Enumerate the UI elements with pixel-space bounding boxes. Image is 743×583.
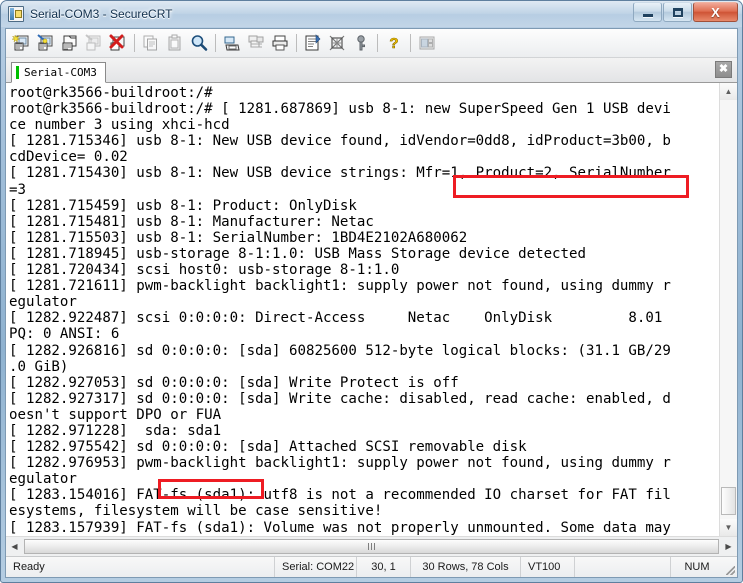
terminal-line: [ 1282.922487] scsi 0:0:0:0: Direct-Acce… bbox=[9, 310, 719, 326]
status-serial-port: Serial: COM22 bbox=[275, 557, 357, 577]
vertical-scrollbar[interactable]: ▲ ▼ bbox=[719, 83, 737, 536]
connect-local-shell-icon[interactable] bbox=[58, 31, 82, 55]
terminal-line: cdDevice= 0.02 bbox=[9, 149, 719, 165]
status-num-lock: NUM bbox=[671, 557, 723, 577]
window-title: Serial-COM3 - SecureCRT bbox=[30, 7, 172, 21]
tab-serial-com3[interactable]: Serial-COM3 bbox=[11, 62, 106, 83]
terminal-line: esystems, filesystem will be case sensit… bbox=[9, 503, 719, 519]
terminal-line: [ 1283.157939] FAT-fs (sda1): Volume was… bbox=[9, 520, 719, 536]
status-bar: Ready Serial: COM22 30, 1 30 Rows, 78 Co… bbox=[6, 556, 737, 577]
minimize-button[interactable] bbox=[633, 2, 662, 22]
terminal-output: root@rk3566-buildroot:/#root@rk3566-buil… bbox=[9, 85, 719, 536]
terminal-line: [ 1282.975542] sd 0:0:0:0: [sda] Attache… bbox=[9, 439, 719, 455]
close-button[interactable]: X bbox=[693, 2, 738, 22]
horizontal-scrollbar[interactable]: ◀ ▶ bbox=[6, 536, 737, 556]
terminal-line: [ 1281.718945] usb-storage 8-1:1.0: USB … bbox=[9, 246, 719, 262]
securecrt-window: Serial-COM3 - SecureCRT X bbox=[0, 0, 743, 583]
toolbar-separator-4 bbox=[377, 34, 378, 52]
connect-session-icon[interactable] bbox=[34, 31, 58, 55]
status-ready: Ready bbox=[6, 557, 275, 577]
minimize-icon bbox=[643, 14, 653, 17]
terminal-line: root@rk3566-buildroot:/# [ 1281.687869] … bbox=[9, 101, 719, 117]
key-icon[interactable] bbox=[349, 31, 373, 55]
close-icon: ✖ bbox=[719, 64, 728, 75]
title-bar[interactable]: Serial-COM3 - SecureCRT X bbox=[1, 1, 742, 27]
caret-left-icon: ◀ bbox=[11, 542, 17, 551]
status-dimensions: 30 Rows, 78 Cols bbox=[411, 557, 521, 577]
vertical-scroll-track[interactable] bbox=[720, 100, 737, 519]
window-controls: X bbox=[633, 2, 738, 22]
print-icon[interactable] bbox=[268, 31, 292, 55]
horizontal-scroll-track[interactable] bbox=[23, 537, 720, 556]
terminal-line: [ 1282.976953] pwm-backlight backlight1:… bbox=[9, 455, 719, 471]
terminal-line: PQ: 0 ANSI: 6 bbox=[9, 326, 719, 342]
status-spacer bbox=[575, 557, 671, 577]
new-session-icon[interactable] bbox=[10, 31, 34, 55]
terminal-line: root@rk3566-buildroot:/# bbox=[9, 85, 719, 101]
caret-down-icon: ▼ bbox=[725, 524, 733, 532]
toolbar-separator-3 bbox=[296, 34, 297, 52]
toolbar: ? bbox=[6, 29, 737, 58]
resize-grip-icon[interactable] bbox=[723, 557, 737, 577]
caret-up-icon: ▲ bbox=[725, 88, 733, 96]
securecrt-app-icon bbox=[8, 6, 24, 22]
terminal-line: =3 bbox=[9, 182, 719, 198]
help-icon[interactable]: ? bbox=[382, 31, 406, 55]
terminal-line: [ 1282.926816] sd 0:0:0:0: [sda] 6082560… bbox=[9, 343, 719, 359]
terminal-region: root@rk3566-buildroot:/#root@rk3566-buil… bbox=[6, 83, 737, 556]
close-icon: X bbox=[711, 6, 720, 19]
terminal-line: [ 1281.715430] usb 8-1: New USB device s… bbox=[9, 165, 719, 181]
global-options-icon[interactable] bbox=[325, 31, 349, 55]
session-options-icon[interactable] bbox=[301, 31, 325, 55]
status-emulation: VT100 bbox=[521, 557, 575, 577]
log-session-icon[interactable] bbox=[244, 31, 268, 55]
terminal-line: [ 1282.927053] sd 0:0:0:0: [sda] Write P… bbox=[9, 375, 719, 391]
toolbar-separator-5 bbox=[410, 34, 411, 52]
terminal-line: [ 1281.715481] usb 8-1: Manufacturer: Ne… bbox=[9, 214, 719, 230]
scroll-down-button[interactable]: ▼ bbox=[720, 519, 737, 536]
toolbar-separator-2 bbox=[215, 34, 216, 52]
tab-bar: Serial-COM3 ✖ bbox=[6, 58, 737, 83]
connect-in-tab-icon[interactable] bbox=[82, 31, 106, 55]
find-icon[interactable] bbox=[187, 31, 211, 55]
copy-icon[interactable] bbox=[139, 31, 163, 55]
scroll-left-button[interactable]: ◀ bbox=[6, 537, 23, 556]
terminal-line: [ 1281.715503] usb 8-1: SerialNumber: 1B… bbox=[9, 230, 719, 246]
terminal-line: [ 1281.715459] usb 8-1: Product: OnlyDis… bbox=[9, 198, 719, 214]
tile-windows-icon[interactable] bbox=[415, 31, 439, 55]
terminal-line: [ 1281.720434] scsi host0: usb-storage 8… bbox=[9, 262, 719, 278]
terminal-line: ce number 3 using xhci-hcd bbox=[9, 117, 719, 133]
svg-text:?: ? bbox=[389, 35, 398, 52]
vertical-scroll-thumb[interactable] bbox=[721, 487, 736, 515]
terminal-line: egulator bbox=[9, 471, 719, 487]
status-cursor-position: 30, 1 bbox=[357, 557, 411, 577]
toolbar-separator-1 bbox=[134, 34, 135, 52]
caret-right-icon: ▶ bbox=[725, 542, 731, 551]
client-area: ? Serial-COM3 ✖ bbox=[5, 28, 738, 578]
terminal-line: egulator bbox=[9, 294, 719, 310]
print-screen-icon[interactable] bbox=[220, 31, 244, 55]
terminal-line: [ 1282.927317] sd 0:0:0:0: [sda] Write c… bbox=[9, 391, 719, 407]
grip-icon bbox=[368, 543, 376, 550]
terminal-line: oesn't support DPO or FUA bbox=[9, 407, 719, 423]
terminal-line: [ 1283.154016] FAT-fs (sda1): utf8 is no… bbox=[9, 487, 719, 503]
disconnect-icon[interactable] bbox=[106, 31, 130, 55]
scroll-up-button[interactable]: ▲ bbox=[720, 83, 737, 100]
terminal-screen[interactable]: root@rk3566-buildroot:/#root@rk3566-buil… bbox=[6, 83, 719, 536]
horizontal-scroll-thumb[interactable] bbox=[24, 539, 719, 554]
tab-close-button[interactable]: ✖ bbox=[715, 61, 732, 78]
scroll-right-button[interactable]: ▶ bbox=[720, 537, 737, 556]
maximize-button[interactable] bbox=[663, 2, 692, 22]
terminal-line: [ 1282.971228] sda: sda1 bbox=[9, 423, 719, 439]
terminal-line: .0 GiB) bbox=[9, 359, 719, 375]
tab-active-indicator bbox=[16, 66, 19, 79]
terminal-line: [ 1281.715346] usb 8-1: New USB device f… bbox=[9, 133, 719, 149]
maximize-icon bbox=[673, 8, 683, 17]
terminal-row: root@rk3566-buildroot:/#root@rk3566-buil… bbox=[6, 83, 737, 536]
tab-label: Serial-COM3 bbox=[24, 66, 97, 79]
paste-icon[interactable] bbox=[163, 31, 187, 55]
terminal-line: [ 1281.721611] pwm-backlight backlight1:… bbox=[9, 278, 719, 294]
